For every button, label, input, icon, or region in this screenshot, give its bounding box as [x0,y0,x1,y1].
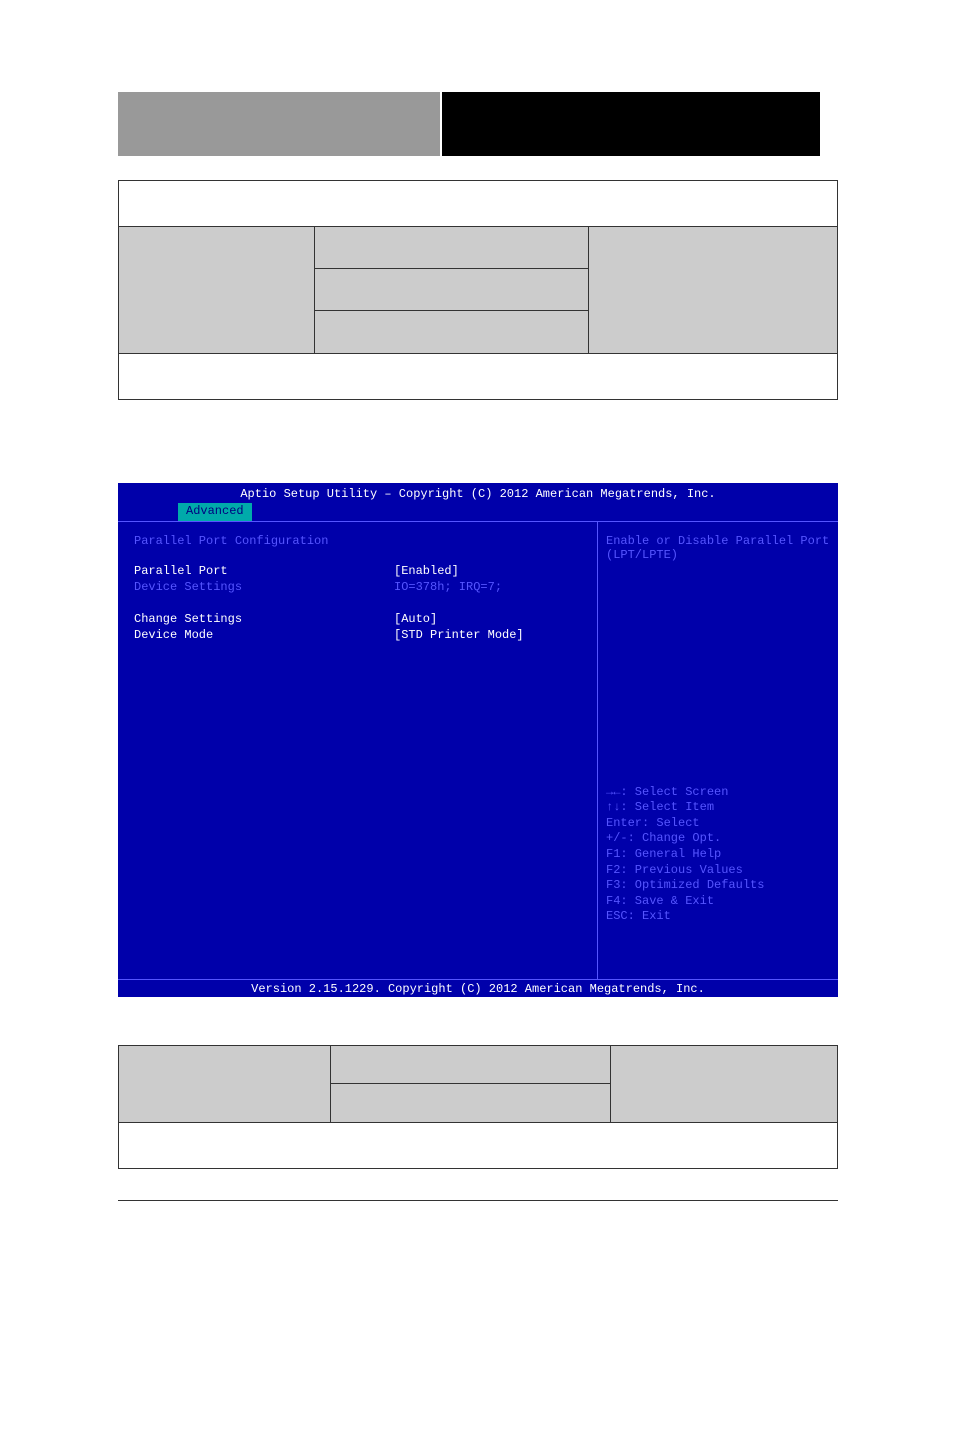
table2-col2 [331,1046,611,1122]
table1-col3 [589,227,837,353]
tab-advanced[interactable]: Advanced [178,503,252,521]
bios-help-panel: Enable or Disable Parallel Port (LPT/LPT… [598,522,838,979]
key-esc: ESC: Exit [606,909,830,925]
key-f2: F2: Previous Values [606,863,830,879]
key-change-opt: +/-: Change Opt. [606,831,830,847]
setting-device-mode[interactable]: Device Mode [STD Printer Mode] [134,628,581,642]
table2-footer-row [119,1122,837,1168]
table2-col2-cell1 [331,1046,611,1084]
label-device-mode: Device Mode [134,628,394,642]
table1-col2 [315,227,589,353]
key-f4: F4: Save & Exit [606,894,830,910]
section-title: Parallel Port Configuration [134,534,581,548]
bios-setup-screen: Aptio Setup Utility – Copyright (C) 2012… [118,483,838,999]
value-device-mode: [STD Printer Mode] [394,628,524,642]
header-left-box [118,92,442,156]
setting-device-settings: Device Settings IO=378h; IRQ=7; [134,580,581,594]
setting-parallel-port[interactable]: Parallel Port [Enabled] [134,564,581,578]
label-device-settings: Device Settings [134,580,394,594]
table-2 [118,1045,838,1169]
table1-col2-cell3 [315,311,589,353]
bios-footer: Version 2.15.1229. Copyright (C) 2012 Am… [118,979,838,997]
value-change-settings: [Auto] [394,612,437,626]
key-legend: →←: Select Screen ↑↓: Select Item Enter:… [606,785,830,925]
key-f1: F1: General Help [606,847,830,863]
footer-divider [118,1200,838,1201]
table2-col3 [611,1046,837,1122]
key-f3: F3: Optimized Defaults [606,878,830,894]
table2-col2-cell2 [331,1084,611,1122]
bios-tab-bar: Advanced [118,503,838,521]
bios-header: Aptio Setup Utility – Copyright (C) 2012… [118,483,838,503]
table1-header-row [119,181,837,227]
key-enter: Enter: Select [606,816,830,832]
page-header [118,92,820,156]
table1-col2-cell1 [315,227,589,269]
table1-footer-row [119,353,837,399]
table1-col1 [119,227,315,353]
table2-col1 [119,1046,331,1122]
value-parallel-port: [Enabled] [394,564,459,578]
table1-col2-cell2 [315,269,589,311]
label-parallel-port: Parallel Port [134,564,394,578]
bios-main-panel: Parallel Port Configuration Parallel Por… [118,522,598,979]
key-select-screen: →←: Select Screen [606,785,830,801]
setting-change-settings[interactable]: Change Settings [Auto] [134,612,581,626]
help-text: Enable or Disable Parallel Port (LPT/LPT… [606,534,830,562]
key-select-item: ↑↓: Select Item [606,800,830,816]
label-change-settings: Change Settings [134,612,394,626]
header-right-box [442,92,820,156]
table-1 [118,180,838,400]
value-device-settings: IO=378h; IRQ=7; [394,580,502,594]
